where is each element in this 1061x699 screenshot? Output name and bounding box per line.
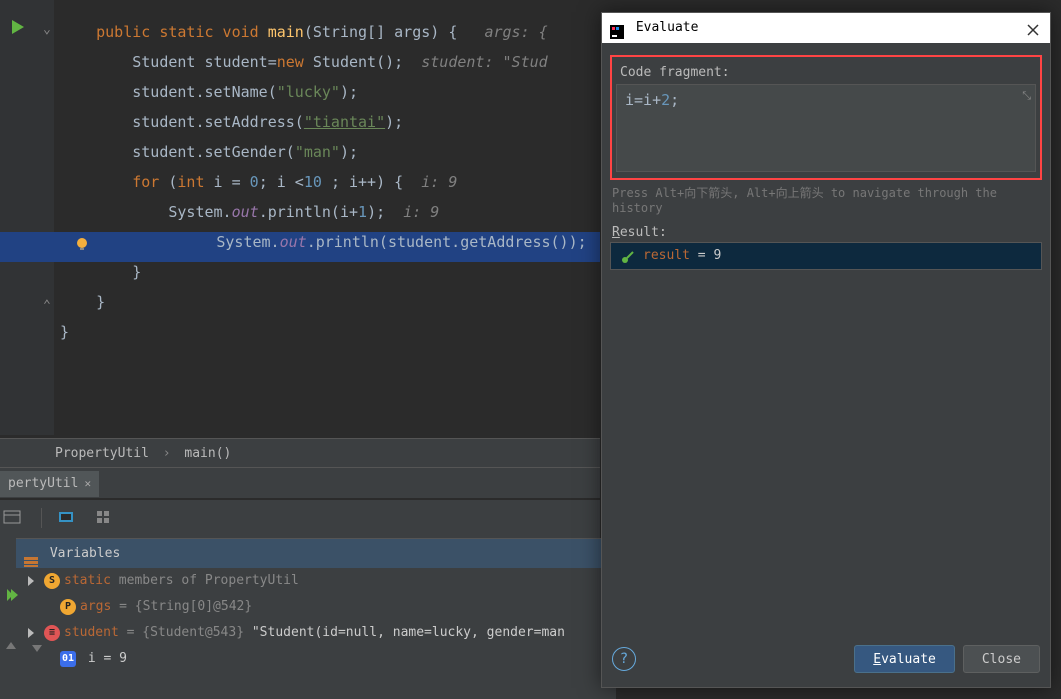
debug-toolbar [0, 500, 600, 538]
object-badge-icon: ≡ [44, 625, 60, 641]
dialog-titlebar[interactable]: Evaluate [602, 13, 1050, 43]
rerun-icon[interactable] [4, 586, 22, 604]
fold-end-icon[interactable]: ⌃ [43, 298, 51, 313]
show-values-icon[interactable] [95, 508, 117, 530]
code-line: System.out.println(i+1); i: 9 [60, 197, 600, 227]
code-lines: public static void main(String[] args) {… [60, 0, 600, 347]
code-line: student.setName("lucky"); [60, 77, 600, 107]
dialog-footer: ? Evaluate Close [602, 631, 1050, 687]
close-icon[interactable] [1026, 19, 1042, 35]
breadcrumb[interactable]: PropertyUtil › main() [0, 438, 600, 468]
breadcrumb-sep-icon: › [157, 446, 177, 461]
code-fragment-input[interactable]: i=i+2; ⤡ [616, 84, 1036, 172]
variable-row[interactable]: ≡student = {Student@543} "Student(id=nul… [16, 620, 616, 646]
variables-header[interactable]: Variables [16, 538, 616, 568]
variable-row[interactable]: Sstatic members of PropertyUtil [16, 568, 616, 594]
code-line: } [60, 287, 600, 317]
collapse-icon[interactable]: ⤡ [1022, 89, 1031, 103]
dialog-title: Evaluate [636, 20, 699, 35]
code-line: System.out.println(student.getAddress())… [60, 227, 600, 257]
code-line: Student student=new Student(); student: … [60, 47, 600, 77]
up-arrow-icon[interactable] [4, 640, 20, 656]
tab-property-util[interactable]: pertyUtil✕ [0, 471, 99, 497]
static-badge-icon: S [44, 573, 60, 589]
expand-icon[interactable] [28, 576, 34, 586]
result-panel[interactable]: result = 9 [610, 242, 1042, 270]
close-icon[interactable]: ✕ [84, 477, 91, 490]
fold-start-icon[interactable]: ⌄ [43, 22, 51, 37]
history-hint: Press Alt+向下箭头, Alt+向上箭头 to navigate thr… [602, 180, 1050, 219]
nav-arrows [4, 640, 46, 666]
code-line: for (int i = 0; i <10 ; i++) { i: 9 [60, 167, 600, 197]
expand-icon[interactable] [28, 628, 34, 638]
show-watches-icon[interactable] [57, 508, 79, 530]
code-line: } [60, 257, 600, 287]
code-editor[interactable]: ⌄ ✓ ⌃ public static void main(String[] a… [0, 0, 600, 435]
gutter: ⌄ ✓ ⌃ [0, 0, 55, 435]
variable-row[interactable]: 01 i = 9 [16, 646, 616, 672]
restore-layout-icon[interactable] [3, 508, 25, 530]
param-badge-icon: P [60, 599, 76, 615]
code-line: public static void main(String[] args) {… [60, 17, 600, 47]
primitive-badge-icon: 01 [60, 651, 76, 667]
evaluate-button[interactable]: Evaluate [854, 645, 955, 673]
evaluate-dialog: Evaluate Code fragment: i=i+2; ⤡ Press A… [601, 12, 1051, 688]
breadcrumb-item[interactable]: main() [184, 446, 231, 461]
code-line: student.setGender("man"); [60, 137, 600, 167]
code-fragment-label: Code fragment: [614, 59, 1038, 84]
code-fragment-section: Code fragment: i=i+2; ⤡ [610, 55, 1042, 180]
run-icon[interactable] [12, 20, 24, 34]
down-arrow-icon[interactable] [30, 640, 46, 656]
debug-tabbar: pertyUtil✕ [0, 468, 600, 498]
result-row[interactable]: result = 9 [611, 243, 1041, 269]
help-icon[interactable]: ? [612, 647, 636, 671]
code-line: student.setAddress("tiantai"); [60, 107, 600, 137]
result-label: Result: [602, 219, 1050, 242]
close-button[interactable]: Close [963, 645, 1040, 673]
variables-panel[interactable]: Sstatic members of PropertyUtil Pargs = … [16, 568, 616, 699]
intellij-icon [610, 21, 624, 35]
breadcrumb-item[interactable]: PropertyUtil [55, 446, 149, 461]
result-icon [621, 248, 635, 262]
code-line: } [60, 317, 600, 347]
variable-row[interactable]: Pargs = {String[0]@542} [16, 594, 616, 620]
debug-sidebar [0, 538, 16, 699]
variables-icon [24, 549, 38, 559]
